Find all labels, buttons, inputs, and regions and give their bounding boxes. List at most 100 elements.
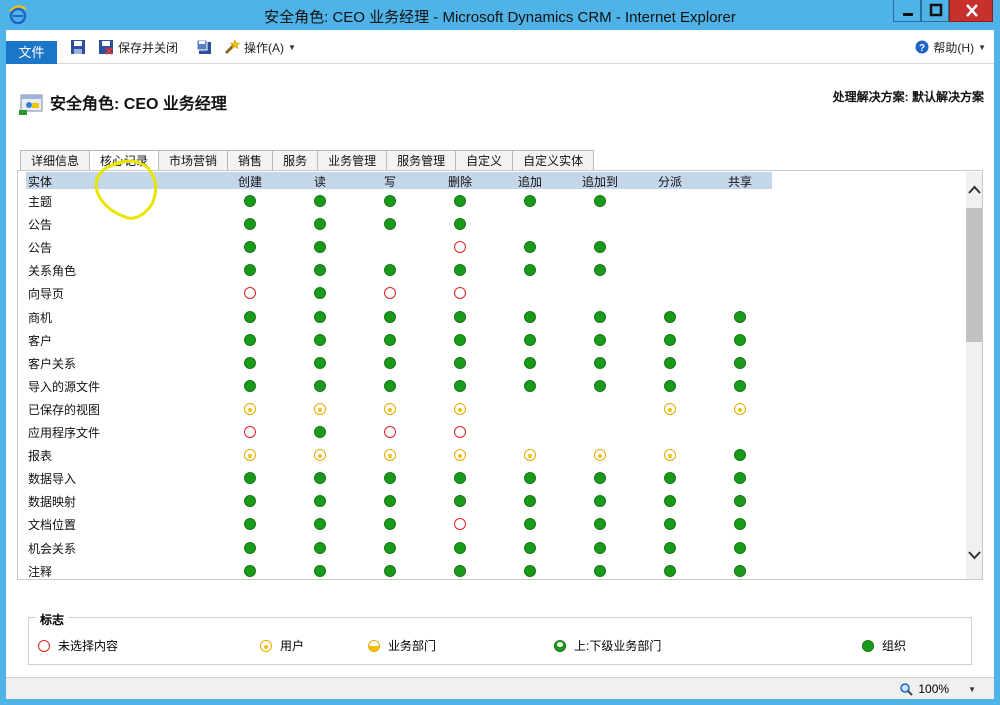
privilege-level-org-icon[interactable] bbox=[664, 472, 676, 485]
privilege-level-org-icon[interactable] bbox=[454, 541, 466, 554]
privilege-level-org-icon[interactable] bbox=[384, 195, 396, 207]
privilege-level-org-icon[interactable] bbox=[734, 379, 746, 392]
privilege-level-org-icon[interactable] bbox=[384, 518, 396, 531]
privilege-level-org-icon[interactable] bbox=[734, 518, 746, 531]
privilege-level-org-icon[interactable] bbox=[734, 333, 746, 346]
privilege-level-org-icon[interactable] bbox=[524, 472, 536, 485]
privilege-level-org-icon[interactable] bbox=[524, 495, 536, 508]
privilege-level-org-icon[interactable] bbox=[664, 564, 676, 577]
privilege-level-org-icon[interactable] bbox=[454, 379, 466, 392]
privilege-level-org-icon[interactable] bbox=[384, 264, 396, 277]
privilege-level-org-icon[interactable] bbox=[314, 472, 326, 485]
tab-3[interactable]: 销售 bbox=[228, 150, 274, 170]
privilege-level-org-icon[interactable] bbox=[384, 564, 396, 577]
scroll-thumb[interactable] bbox=[966, 208, 982, 342]
privilege-level-org-icon[interactable] bbox=[524, 333, 536, 346]
privilege-level-org-icon[interactable] bbox=[664, 495, 676, 508]
privilege-level-org-icon[interactable] bbox=[314, 518, 326, 531]
privilege-level-org-icon[interactable] bbox=[244, 472, 256, 485]
privilege-level-user-icon[interactable] bbox=[454, 449, 466, 462]
privilege-level-org-icon[interactable] bbox=[594, 356, 606, 369]
privilege-level-org-icon[interactable] bbox=[244, 518, 256, 531]
privilege-level-org-icon[interactable] bbox=[524, 241, 536, 254]
tab-6[interactable]: 服务管理 bbox=[387, 150, 457, 170]
privilege-level-user-icon[interactable] bbox=[524, 449, 536, 462]
privilege-level-org-icon[interactable] bbox=[734, 310, 746, 323]
privilege-level-org-icon[interactable] bbox=[244, 218, 256, 231]
privilege-level-org-icon[interactable] bbox=[664, 333, 676, 346]
privilege-level-org-icon[interactable] bbox=[664, 541, 676, 554]
privilege-level-none-icon[interactable] bbox=[454, 518, 466, 531]
privilege-level-org-icon[interactable] bbox=[314, 333, 326, 346]
privilege-level-user-icon[interactable] bbox=[664, 449, 676, 462]
privilege-level-org-icon[interactable] bbox=[314, 264, 326, 277]
privilege-level-user-icon[interactable] bbox=[244, 449, 256, 462]
privilege-level-org-icon[interactable] bbox=[734, 356, 746, 369]
privilege-level-none-icon[interactable] bbox=[454, 426, 466, 438]
privilege-level-org-icon[interactable] bbox=[454, 195, 466, 207]
privilege-level-org-icon[interactable] bbox=[524, 195, 536, 207]
privilege-level-org-icon[interactable] bbox=[524, 564, 536, 577]
privilege-level-user-icon[interactable] bbox=[664, 402, 676, 415]
privilege-level-org-icon[interactable] bbox=[314, 379, 326, 392]
privilege-level-org-icon[interactable] bbox=[454, 356, 466, 369]
privilege-level-org-icon[interactable] bbox=[734, 449, 746, 462]
privilege-level-org-icon[interactable] bbox=[244, 356, 256, 369]
privilege-level-none-icon[interactable] bbox=[454, 287, 466, 300]
file-tab[interactable]: 文件 bbox=[6, 41, 57, 64]
privilege-level-org-icon[interactable] bbox=[314, 218, 326, 231]
privilege-level-org-icon[interactable] bbox=[314, 356, 326, 369]
save-button[interactable] bbox=[70, 38, 86, 56]
privilege-level-org-icon[interactable] bbox=[734, 472, 746, 485]
privilege-level-org-icon[interactable] bbox=[244, 333, 256, 346]
privilege-level-org-icon[interactable] bbox=[244, 241, 256, 254]
privilege-level-none-icon[interactable] bbox=[244, 287, 256, 300]
privilege-level-org-icon[interactable] bbox=[384, 218, 396, 231]
tab-4[interactable]: 服务 bbox=[273, 150, 319, 170]
privilege-level-org-icon[interactable] bbox=[384, 472, 396, 485]
privilege-level-org-icon[interactable] bbox=[594, 518, 606, 531]
privilege-level-org-icon[interactable] bbox=[244, 495, 256, 508]
privilege-level-user-icon[interactable] bbox=[384, 449, 396, 462]
help-menu-button[interactable]: ? 帮助(H) ▼ bbox=[915, 38, 986, 56]
privilege-level-org-icon[interactable] bbox=[244, 310, 256, 323]
privilege-level-user-icon[interactable] bbox=[314, 402, 326, 415]
privilege-level-org-icon[interactable] bbox=[664, 356, 676, 369]
privilege-level-user-icon[interactable] bbox=[244, 402, 256, 415]
tab-0[interactable]: 详细信息 bbox=[20, 150, 91, 170]
privilege-level-org-icon[interactable] bbox=[454, 564, 466, 577]
tab-7[interactable]: 自定义 bbox=[456, 150, 514, 170]
privilege-level-none-icon[interactable] bbox=[384, 426, 396, 438]
privilege-level-org-icon[interactable] bbox=[384, 333, 396, 346]
privilege-level-org-icon[interactable] bbox=[314, 426, 326, 438]
privilege-level-org-icon[interactable] bbox=[524, 379, 536, 392]
privilege-level-org-icon[interactable] bbox=[384, 495, 396, 508]
tab-2[interactable]: 市场营销 bbox=[159, 150, 229, 170]
privilege-level-org-icon[interactable] bbox=[524, 518, 536, 531]
privilege-level-org-icon[interactable] bbox=[734, 495, 746, 508]
save-and-close-button[interactable]: 保存并关闭 bbox=[98, 38, 178, 56]
privilege-level-org-icon[interactable] bbox=[524, 356, 536, 369]
privilege-level-org-icon[interactable] bbox=[454, 472, 466, 485]
privilege-level-org-icon[interactable] bbox=[314, 564, 326, 577]
zoom-control[interactable]: 100% ▼ bbox=[900, 682, 976, 696]
privilege-level-user-icon[interactable] bbox=[454, 402, 466, 415]
privilege-level-user-icon[interactable] bbox=[384, 402, 396, 415]
tab-5[interactable]: 业务管理 bbox=[318, 150, 388, 170]
privilege-level-org-icon[interactable] bbox=[244, 379, 256, 392]
privilege-level-none-icon[interactable] bbox=[454, 241, 466, 254]
privilege-level-org-icon[interactable] bbox=[384, 379, 396, 392]
privilege-level-org-icon[interactable] bbox=[314, 495, 326, 508]
privilege-level-org-icon[interactable] bbox=[664, 518, 676, 531]
tab-8[interactable]: 自定义实体 bbox=[513, 150, 595, 170]
privilege-level-org-icon[interactable] bbox=[594, 472, 606, 485]
privilege-level-org-icon[interactable] bbox=[454, 333, 466, 346]
privilege-level-org-icon[interactable] bbox=[244, 195, 256, 207]
privilege-level-org-icon[interactable] bbox=[524, 310, 536, 323]
privilege-level-org-icon[interactable] bbox=[314, 241, 326, 254]
privilege-level-org-icon[interactable] bbox=[244, 264, 256, 277]
privilege-level-org-icon[interactable] bbox=[244, 564, 256, 577]
privilege-level-org-icon[interactable] bbox=[314, 310, 326, 323]
privilege-level-org-icon[interactable] bbox=[594, 310, 606, 323]
save-as-button[interactable] bbox=[196, 38, 212, 56]
